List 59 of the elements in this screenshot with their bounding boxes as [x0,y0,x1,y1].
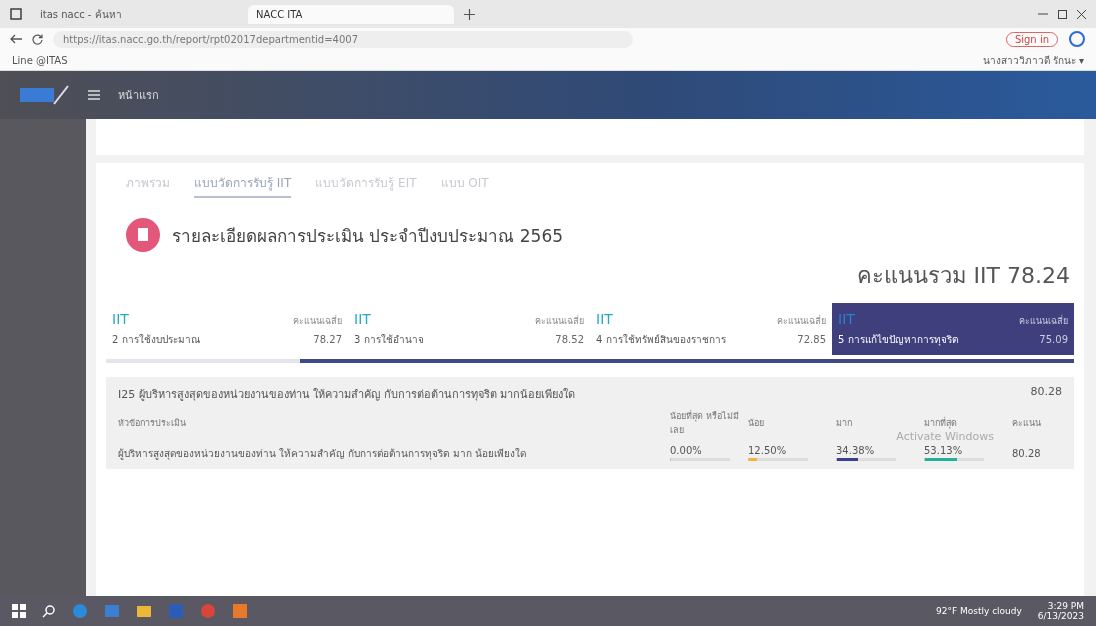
category-card[interactable]: IIT คะแนนเฉลี่ย 5 การแก้ไขปัญหาการทุจริต 75.09 [832,303,1074,355]
average-label: คะแนนเฉลี่ย [535,314,584,328]
card-tag: IIT [596,311,613,327]
back-icon[interactable] [10,34,22,44]
percentage-cell-text: 0.00% [670,445,703,456]
column-header: มากที่สุด [924,416,958,430]
logo-icon[interactable] [20,84,70,106]
percentage-cell-text: 12.50% [748,445,788,456]
address-field[interactable]: https://itas.nacc.go.th/report/rpt02017departmentid=4007 [53,30,633,48]
topic-cell-text: ผู้บริหารสูงสุดของหน่วยงานของท่าน ให้ความสำคัญ กับการต่อต้านการทุจริต มาก น้อยเพียงใด [118,446,527,461]
average-label: คะแนนเฉลี่ย [777,314,826,328]
folder-icon[interactable] [136,603,152,619]
home-link[interactable]: หน้าแรก [118,86,159,104]
average-score: 78.52 [555,334,584,345]
category-name: 3 การใช้อำนาจ [354,333,424,347]
bookmark-link[interactable]: Line @ITAS [12,54,68,66]
card-tag: IIT [354,311,371,327]
new-tab-icon[interactable] [464,8,475,20]
card-tag: IIT [112,311,129,327]
category-card[interactable]: IIT คะแนนเฉลี่ย 2 การใช้งบประมาณ 78.27 [106,303,348,355]
tab-actions-icon[interactable] [10,8,22,20]
column-header: หัวข้อการประเมิน [118,417,187,430]
percentage-cell-text: 34.38% [836,445,876,456]
clock-date[interactable]: 6/13/2023 [1037,611,1084,621]
document-icon [126,218,160,252]
circle-icon[interactable] [1068,30,1086,48]
clock-time[interactable]: 3:29 PM [1047,601,1084,611]
average-label: คะแนนเฉลี่ย [1019,314,1068,328]
browser-tab[interactable]: itas nacc - ค้นหา [32,2,238,26]
category-card[interactable]: IIT คะแนนเฉลี่ย 4 การใช้ทรัพย์สินของราชการ 72.85 [590,303,832,355]
score-cell-text: 80.28 [1012,447,1042,459]
average-score: 72.85 [797,334,826,345]
user-menu[interactable]: นางสาววิภาวดี รักนะ ▾ [982,52,1084,68]
search-icon[interactable] [42,604,56,618]
category-name: 5 การแก้ไขปัญหาการทุจริต [838,333,958,347]
card-tag: IIT [838,311,855,327]
weather-text[interactable]: 92°F Mostly cloudy [935,606,1022,616]
column-header: น้อยที่สุด หรือไม่มี เลย [670,409,740,437]
average-score: 75.09 [1039,334,1068,345]
column-header: คะแนน [1012,417,1042,430]
category-name: 2 การใช้งบประมาณ [112,333,200,347]
refresh-icon[interactable] [32,33,43,45]
average-label: คะแนนเฉลี่ย [293,314,342,328]
start-icon[interactable] [12,604,26,618]
column-header: มาก [836,417,853,430]
question-score: 80.28 [1030,385,1062,400]
report-title: รายละเอียดผลการประเมิน ประจำปีงบประมาณ 2565 [172,224,564,248]
category-name: 4 การใช้ทรัพย์สินของราชการ [596,333,726,347]
percentage-cell-text: 53.13% [924,445,964,456]
category-card[interactable]: IIT คะแนนเฉลี่ย 3 การใช้อำนาจ 78.52 [348,303,590,355]
menu-icon[interactable] [88,90,100,100]
column-header: น้อย [748,417,765,430]
activation-notice: Activate Windows [896,430,994,443]
question-title: I25 ผู้บริหารสูงสุดของหน่วยงานของท่าน ให้ความสำคัญ กับการต่อต้านการทุจริต มากน้อยเพียงใด [118,387,576,403]
restore-icon[interactable] [1058,9,1067,19]
total-score: คะแนนรวม IIT 78.24 [855,262,1071,290]
close-icon[interactable] [1077,9,1086,19]
average-score: 78.27 [313,334,342,345]
browser-tab[interactable]: NACC ITA [248,4,454,24]
